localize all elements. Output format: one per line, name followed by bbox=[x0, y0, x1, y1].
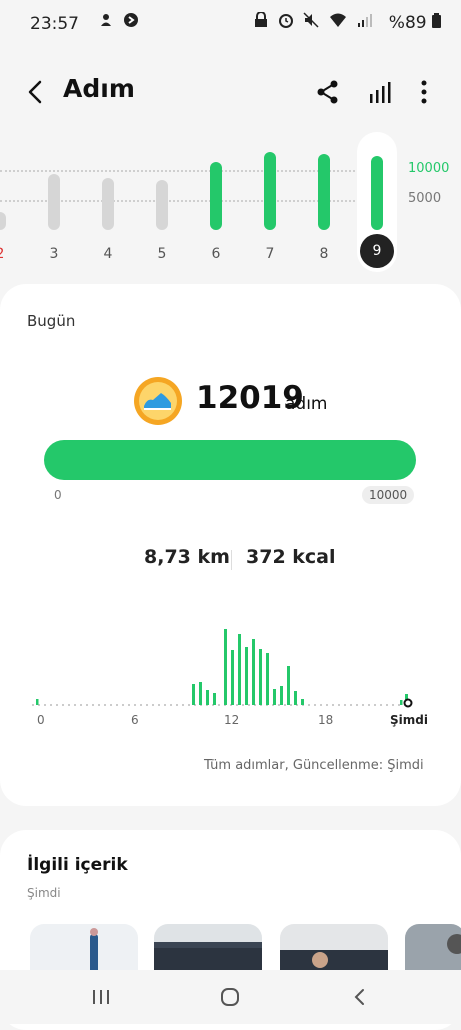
day-label-8[interactable]: 8 bbox=[312, 246, 336, 262]
distance-value: 8,73 km bbox=[144, 546, 230, 568]
hour-bar-1430 bbox=[294, 691, 297, 705]
hour-bar-1445 bbox=[301, 699, 304, 705]
day-label-3[interactable]: 3 bbox=[42, 246, 66, 262]
calories-value: 372 kcal bbox=[246, 546, 336, 568]
hour-label-12: 12 bbox=[224, 713, 240, 727]
system-icons bbox=[254, 11, 373, 32]
day-bar-3[interactable] bbox=[48, 174, 60, 230]
hour-bar-1345 bbox=[273, 689, 276, 705]
day-bar-9[interactable] bbox=[371, 156, 383, 230]
today-label: Bugün bbox=[27, 312, 76, 330]
hour-bar-1200 bbox=[224, 629, 227, 705]
share-icon[interactable] bbox=[312, 76, 344, 108]
hour-label-18: 18 bbox=[318, 713, 334, 727]
shazam-icon bbox=[123, 13, 138, 27]
day-label-4[interactable]: 4 bbox=[96, 246, 120, 262]
signal-icon bbox=[358, 14, 372, 27]
day-bar-2[interactable] bbox=[0, 212, 6, 230]
alarm-icon bbox=[278, 14, 293, 28]
status-time: 23:57 bbox=[30, 14, 79, 34]
chart-icon[interactable] bbox=[364, 76, 396, 108]
battery-indicator: %89 bbox=[389, 13, 441, 33]
notification-icon bbox=[101, 14, 111, 26]
day-bar-7[interactable] bbox=[264, 152, 276, 230]
home-icon[interactable] bbox=[219, 987, 241, 1007]
day-label-5[interactable]: 5 bbox=[150, 246, 174, 262]
steps-unit: adım bbox=[285, 394, 328, 414]
navigation-bar bbox=[0, 970, 461, 1024]
related-subtitle: Şimdi bbox=[27, 886, 61, 900]
battery-icon bbox=[432, 13, 441, 28]
hour-bar-1115 bbox=[213, 693, 216, 705]
goal-axis-label: 10000 bbox=[408, 161, 450, 176]
related-title: İlgili içerik bbox=[27, 855, 128, 875]
hour-bar-1330 bbox=[266, 653, 269, 705]
hour-bar-0 bbox=[36, 699, 39, 705]
day-bar-5[interactable] bbox=[156, 180, 168, 230]
hour-bar-1030 bbox=[192, 684, 195, 705]
notification-icons bbox=[98, 12, 139, 32]
app-header: Adım bbox=[0, 60, 461, 124]
update-footnote: Tüm adımlar, Güncellenme: Şimdi bbox=[204, 758, 424, 773]
hour-bar-1415 bbox=[287, 666, 290, 705]
day-bar-8[interactable] bbox=[318, 154, 330, 230]
hour-bar-1400 bbox=[280, 686, 283, 705]
hour-bar-1045 bbox=[199, 682, 202, 705]
more-icon[interactable] bbox=[408, 76, 440, 108]
status-bar: 23:57 %89 bbox=[0, 0, 461, 52]
shoe-medal-icon bbox=[134, 377, 182, 425]
hour-label-0: 0 bbox=[37, 713, 45, 727]
day-label-6[interactable]: 6 bbox=[204, 246, 228, 262]
progress-max-label: 10000 bbox=[362, 486, 415, 504]
hour-label-6: 6 bbox=[131, 713, 139, 727]
lock-icon bbox=[254, 11, 267, 27]
recent-apps-icon[interactable] bbox=[90, 988, 112, 1006]
hour-bar-1100 bbox=[206, 690, 209, 705]
day-label-2[interactable]: 2 bbox=[0, 246, 12, 262]
selected-day-label[interactable]: 9 bbox=[360, 234, 394, 268]
hourly-steps-chart[interactable] bbox=[30, 620, 430, 710]
day-label-7[interactable]: 7 bbox=[258, 246, 282, 262]
hour-bar-1215 bbox=[231, 650, 234, 705]
page-title: Adım bbox=[63, 74, 135, 103]
nav-back-icon[interactable] bbox=[350, 987, 370, 1007]
goal-line bbox=[0, 170, 355, 172]
weekly-steps-chart: 2 3 4 5 6 7 8 9 10000 5000 bbox=[0, 130, 461, 282]
wifi-icon bbox=[330, 13, 347, 27]
battery-percent: %89 bbox=[388, 13, 427, 33]
today-card[interactable] bbox=[0, 284, 461, 806]
back-arrow-icon[interactable] bbox=[22, 78, 50, 106]
progress-min-label: 0 bbox=[54, 488, 62, 502]
day-bar-4[interactable] bbox=[102, 178, 114, 230]
half-axis-label: 5000 bbox=[408, 191, 442, 206]
day-bar-6[interactable] bbox=[210, 162, 222, 230]
hour-bar-1300 bbox=[252, 639, 255, 705]
hour-bar-1230 bbox=[238, 634, 241, 705]
hour-bar-1245 bbox=[245, 647, 248, 705]
now-marker bbox=[403, 698, 413, 708]
mute-icon bbox=[303, 12, 319, 28]
hour-bar-now-1 bbox=[400, 700, 403, 705]
hour-label-now: Şimdi bbox=[390, 713, 428, 727]
stat-divider bbox=[231, 550, 232, 570]
hour-bar-1315 bbox=[259, 649, 262, 705]
steps-progress-bar bbox=[44, 440, 416, 480]
